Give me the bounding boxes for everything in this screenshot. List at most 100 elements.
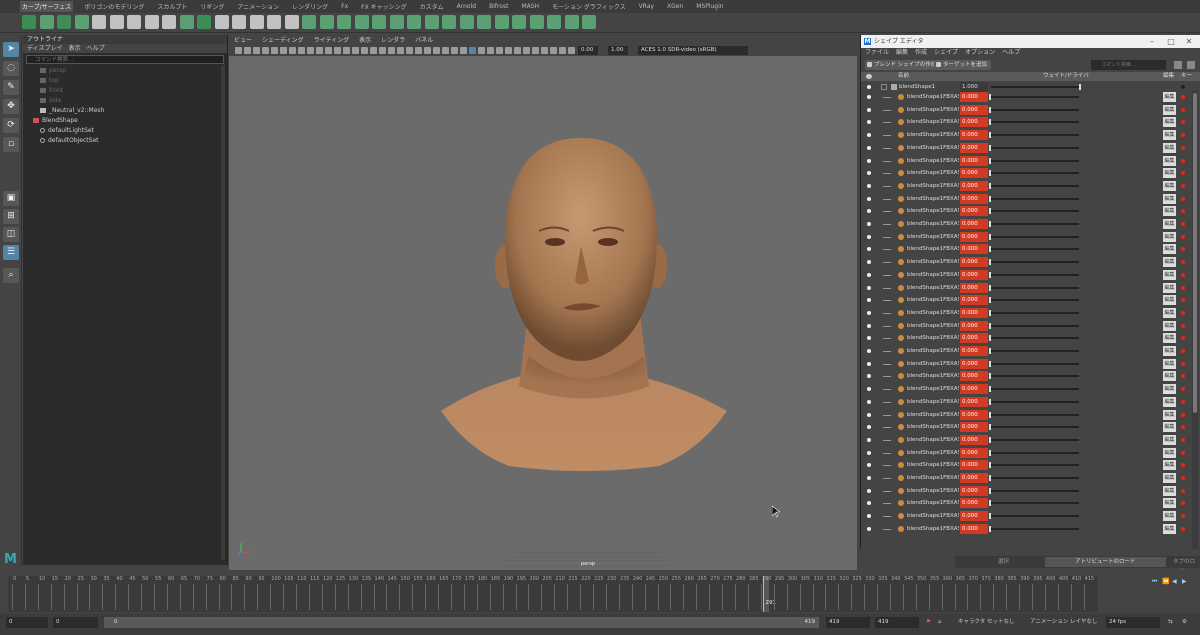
target-weight-slider[interactable] <box>989 195 1079 202</box>
key-icon[interactable] <box>1181 95 1185 99</box>
play-backward-icon[interactable]: ◀ <box>1172 578 1177 585</box>
shelf-tool-icon[interactable] <box>232 15 246 29</box>
outliner-item[interactable]: _Neutral_v2::Mesh <box>23 106 227 116</box>
outliner-scrollbar[interactable] <box>221 65 225 560</box>
target-weight-slider[interactable] <box>989 246 1079 253</box>
shelf-tool-icon[interactable] <box>372 15 386 29</box>
add-target-button[interactable]: ターゲットを追加 <box>934 60 992 70</box>
viewport-tool-icon[interactable] <box>460 47 467 54</box>
shelf-tool-icon[interactable] <box>302 15 316 29</box>
vp-menu-renderer[interactable]: レンダラ <box>381 36 405 45</box>
visibility-icon[interactable] <box>867 374 871 379</box>
vp-menu-shading[interactable]: シェーディング <box>262 36 304 45</box>
target-weight-field[interactable]: 0.000 <box>960 434 988 445</box>
viewport-tool-icon[interactable] <box>550 47 557 54</box>
target-weight-slider[interactable] <box>989 132 1079 139</box>
edit-button[interactable]: 編集 <box>1163 498 1176 509</box>
trash-icon[interactable] <box>1187 61 1195 69</box>
shelf-tab[interactable]: Arnold <box>455 2 478 11</box>
target-weight-slider[interactable] <box>989 411 1079 418</box>
se-menu-help[interactable]: ヘルプ <box>1002 48 1020 58</box>
vp-menu-view[interactable]: ビュー <box>234 36 252 45</box>
edit-button[interactable]: 編集 <box>1163 434 1176 445</box>
viewport-tool-icon[interactable] <box>352 47 359 54</box>
key-icon[interactable] <box>1181 285 1185 290</box>
target-weight-slider[interactable] <box>989 525 1079 532</box>
target-weight-field[interactable]: 0.000 <box>960 142 988 153</box>
target-weight-slider[interactable] <box>989 500 1079 507</box>
target-weight-slider[interactable] <box>989 373 1079 380</box>
shelf-tool-icon[interactable] <box>249 15 264 29</box>
target-weight-slider[interactable] <box>989 106 1079 113</box>
target-row[interactable]: blendShape1FBXASC0.000 編集 <box>861 320 1191 333</box>
viewport-tool-icon[interactable] <box>559 47 566 54</box>
target-row[interactable]: blendShape1FBXASC0.000 編集 <box>861 205 1191 218</box>
edit-button[interactable]: 編集 <box>1163 155 1176 166</box>
se-menu-shape[interactable]: シェイプ <box>934 48 958 58</box>
key-icon[interactable] <box>1181 145 1185 150</box>
edit-button[interactable]: 編集 <box>1163 460 1176 471</box>
viewport-tool-icon[interactable] <box>433 47 440 54</box>
target-row[interactable]: blendShape1FBXASC0.000 編集 <box>861 218 1191 231</box>
viewport-tool-icon[interactable] <box>523 47 530 54</box>
target-row[interactable]: blendShape1FBXASC0.000 編集 <box>861 459 1191 472</box>
key-icon[interactable] <box>1181 183 1185 188</box>
single-pane-icon[interactable]: ▣ <box>3 191 19 206</box>
viewport-tool-icon[interactable] <box>478 47 485 54</box>
scale-tool-icon[interactable]: ▫ <box>3 137 19 152</box>
target-weight-slider[interactable] <box>989 360 1079 367</box>
shelf-tool-icon[interactable] <box>582 15 596 29</box>
target-row[interactable]: blendShape1FBXASC0.000 編集 <box>861 396 1191 409</box>
lock-icon[interactable] <box>1174 61 1182 69</box>
edit-button[interactable]: 編集 <box>1163 269 1176 280</box>
viewport-tool-icon[interactable] <box>505 47 512 54</box>
viewport-tool-icon[interactable] <box>262 47 269 54</box>
visibility-icon[interactable] <box>867 310 871 315</box>
target-row[interactable]: blendShape1FBXASC0.000 編集 <box>861 497 1191 510</box>
viewport-tool-icon[interactable] <box>289 47 296 54</box>
vp-menu-show[interactable]: 表示 <box>359 36 371 45</box>
anim-layer-select[interactable]: アニメーション レイヤなし <box>1030 617 1097 628</box>
target-row[interactable]: blendShape1FBXASC0.000 編集 <box>861 332 1191 345</box>
key-icon[interactable] <box>1181 234 1185 239</box>
target-weight-slider[interactable] <box>989 284 1079 291</box>
shelf-tool-icon[interactable] <box>179 15 194 29</box>
target-row[interactable]: blendShape1FBXASC0.000 編集 <box>861 345 1191 358</box>
visibility-icon[interactable] <box>867 145 871 150</box>
outliner-search-input[interactable]: コマンド検索... <box>26 55 224 64</box>
viewport-tool-icon[interactable] <box>469 47 476 54</box>
visibility-icon[interactable] <box>867 349 871 353</box>
edit-button[interactable]: 編集 <box>1163 206 1176 217</box>
key-icon[interactable] <box>1181 209 1185 214</box>
target-weight-field[interactable]: 0.000 <box>960 117 988 128</box>
fps-select[interactable]: 24 fps <box>1106 617 1160 628</box>
target-weight-slider[interactable] <box>989 462 1079 469</box>
shelf-tool-icon[interactable] <box>127 15 141 29</box>
char-set-icon[interactable]: ⌂ <box>938 617 942 628</box>
target-weight-slider[interactable] <box>989 335 1079 342</box>
key-icon[interactable] <box>1181 260 1185 265</box>
move-tool-icon[interactable]: ✥ <box>3 99 19 114</box>
shelf-tool-icon[interactable] <box>389 15 404 29</box>
visibility-icon[interactable] <box>867 272 871 277</box>
edit-button[interactable]: 編集 <box>1163 231 1176 242</box>
key-icon[interactable] <box>1181 158 1185 163</box>
shelf-tool-icon[interactable] <box>547 15 561 29</box>
outliner-menu-help[interactable]: ヘルプ <box>87 44 105 53</box>
step-back-icon[interactable]: ⏪ <box>1162 578 1169 585</box>
visibility-icon[interactable] <box>867 399 871 404</box>
shelf-tab[interactable]: モーション グラフィックス <box>550 1 628 12</box>
target-weight-slider[interactable] <box>989 157 1079 164</box>
viewport-tool-icon[interactable] <box>370 47 377 54</box>
two-pane-icon[interactable]: ◫ <box>3 227 19 242</box>
edit-button[interactable]: 編集 <box>1163 117 1176 128</box>
se-menu-edit[interactable]: 編集 <box>896 48 908 58</box>
key-icon[interactable] <box>1181 247 1185 252</box>
target-weight-field[interactable]: 0.000 <box>960 371 988 382</box>
key-icon[interactable] <box>1181 476 1185 480</box>
target-weight-field[interactable]: 0.000 <box>960 180 988 191</box>
visibility-icon[interactable] <box>867 133 871 138</box>
key-icon[interactable] <box>1181 399 1185 404</box>
outliner-item[interactable]: side <box>23 96 227 106</box>
shelf-tool-icon[interactable] <box>407 15 421 29</box>
